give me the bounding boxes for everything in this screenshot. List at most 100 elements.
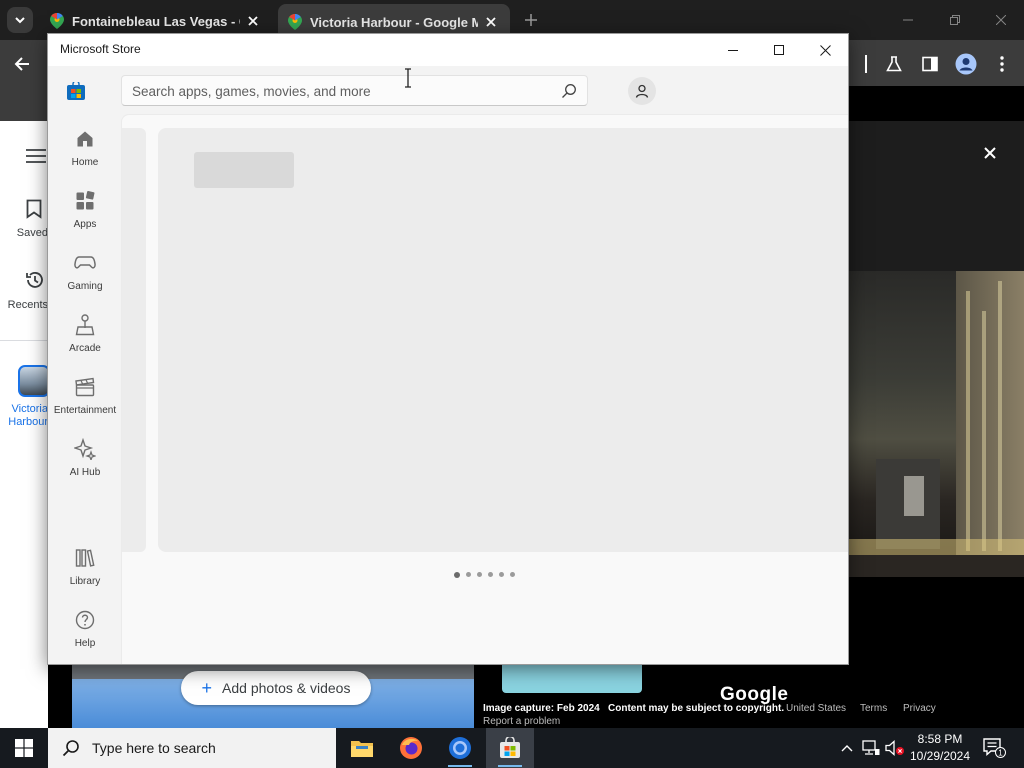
browser-minimize-button[interactable]	[893, 6, 923, 34]
browser-tab-fontainebleau[interactable]: Fontainebleau Las Vegas - Goo	[40, 6, 272, 36]
start-button[interactable]	[0, 728, 48, 768]
recents-button[interactable]	[25, 270, 45, 295]
store-titlebar: Microsoft Store	[48, 34, 848, 66]
browser-menu-button[interactable]	[990, 52, 1014, 76]
taskbar-file-explorer[interactable]	[338, 728, 386, 768]
browser-close-button[interactable]	[986, 6, 1016, 34]
restore-icon	[950, 15, 960, 25]
nav-item-home[interactable]: Home	[52, 123, 118, 179]
labs-button[interactable]	[882, 52, 906, 76]
carousel-dot[interactable]	[488, 572, 493, 577]
microsoft-store-window: Microsoft Store Home Apps	[47, 33, 849, 665]
nav-label: Library	[69, 576, 101, 587]
show-hidden-icons-button[interactable]	[838, 728, 856, 768]
clock-date: 10/29/2024	[909, 749, 971, 763]
nav-item-entertainment[interactable]: Entertainment	[52, 371, 118, 427]
firefox-icon	[400, 737, 422, 759]
profile-avatar-icon	[955, 53, 977, 75]
terms-link[interactable]: Terms	[860, 703, 887, 714]
add-photos-button[interactable]: + Add photos & videos	[181, 671, 371, 705]
plus-icon: +	[201, 677, 213, 698]
maps-header-strip	[0, 86, 48, 121]
notifications-button[interactable]: 1	[978, 728, 1010, 768]
taskbar-microsoft-store[interactable]	[486, 728, 534, 768]
store-logo-icon	[67, 80, 85, 100]
carousel-pager	[454, 571, 515, 578]
search-input[interactable]	[132, 82, 552, 100]
carousel-dot[interactable]	[466, 572, 471, 577]
new-tab-button[interactable]	[520, 9, 542, 31]
chrome-icon	[449, 737, 471, 759]
store-search-box[interactable]	[121, 75, 588, 106]
close-icon	[248, 16, 258, 26]
account-button[interactable]	[628, 77, 656, 105]
bookmark-icon	[26, 199, 42, 219]
sparkle-icon	[73, 437, 97, 461]
carousel-dot[interactable]	[510, 572, 515, 577]
taskbar-clock[interactable]: 8:58 PM 10/29/2024	[906, 731, 974, 765]
clapperboard-icon	[73, 375, 97, 399]
privacy-link[interactable]: Privacy	[903, 703, 936, 714]
flask-icon	[886, 56, 902, 72]
nav-item-help[interactable]: Help	[52, 604, 118, 660]
back-button[interactable]	[10, 52, 34, 76]
search-icon	[62, 740, 79, 757]
volume-muted-icon	[885, 740, 904, 756]
store-nav-rail: Home Apps Gaming Arcade Entertainment AI…	[48, 114, 120, 664]
nav-label: Home	[71, 157, 99, 168]
taskbar-chrome[interactable]	[436, 728, 484, 768]
browser-restore-button[interactable]	[940, 6, 970, 34]
profile-button[interactable]	[954, 52, 978, 76]
nav-item-arcade[interactable]: Arcade	[52, 309, 118, 365]
taskbar-search-placeholder: Type here to search	[92, 740, 216, 756]
taskbar-firefox[interactable]	[387, 728, 435, 768]
nav-item-apps[interactable]: Apps	[52, 185, 118, 241]
tab-title: Fontainebleau Las Vegas - Goo	[72, 13, 240, 29]
close-photo-button[interactable]	[980, 143, 1000, 163]
side-panel-button[interactable]	[918, 52, 942, 76]
close-button[interactable]	[802, 34, 848, 66]
folder-icon	[351, 741, 373, 757]
nav-label: Help	[74, 638, 96, 649]
maps-pin-icon	[288, 14, 302, 30]
minimize-button[interactable]	[710, 34, 756, 66]
history-icon	[26, 272, 43, 288]
nav-label: Apps	[73, 219, 97, 230]
network-icon	[862, 740, 880, 755]
report-problem-link[interactable]: Report a problem	[483, 716, 560, 727]
photo-thumbnail[interactable]	[502, 665, 642, 693]
taskbar-search-box[interactable]: Type here to search	[48, 728, 336, 768]
hero-card[interactable]	[158, 128, 848, 552]
recent-place-label: Victoria	[11, 403, 48, 415]
maximize-button[interactable]	[756, 34, 802, 66]
carousel-dot[interactable]	[477, 572, 482, 577]
minimize-icon	[728, 50, 738, 51]
maximize-icon	[774, 45, 784, 55]
street-view-photo[interactable]	[848, 271, 1024, 577]
close-icon	[486, 17, 496, 27]
hero-card-previous[interactable]	[122, 128, 146, 552]
nav-item-ai-hub[interactable]: AI Hub	[52, 433, 118, 489]
network-button[interactable]	[860, 728, 882, 768]
store-bag-icon	[500, 737, 520, 758]
recent-place-label: Harbour	[8, 416, 48, 428]
store-content	[121, 114, 848, 664]
tab-search-button[interactable]	[7, 7, 33, 33]
copyright-note: Content may be subject to copyright.	[608, 703, 785, 714]
carousel-dot[interactable]	[454, 571, 460, 578]
recent-place-thumbnail[interactable]	[18, 365, 50, 397]
carousel-dot[interactable]	[499, 572, 504, 577]
region-link[interactable]: United States	[786, 703, 846, 714]
nav-item-gaming[interactable]: Gaming	[52, 247, 118, 303]
notification-icon: 1	[983, 738, 1006, 758]
menu-button[interactable]	[26, 149, 46, 163]
volume-button[interactable]	[884, 728, 906, 768]
notification-count: 1	[998, 749, 1003, 758]
nav-item-library[interactable]: Library	[52, 542, 118, 598]
windows-logo-icon	[15, 739, 33, 757]
search-icon[interactable]	[561, 83, 577, 99]
close-tab-button[interactable]	[244, 12, 262, 30]
close-tab-button[interactable]	[482, 13, 500, 31]
saved-button[interactable]	[26, 199, 42, 224]
toolbar-divider	[856, 52, 876, 76]
